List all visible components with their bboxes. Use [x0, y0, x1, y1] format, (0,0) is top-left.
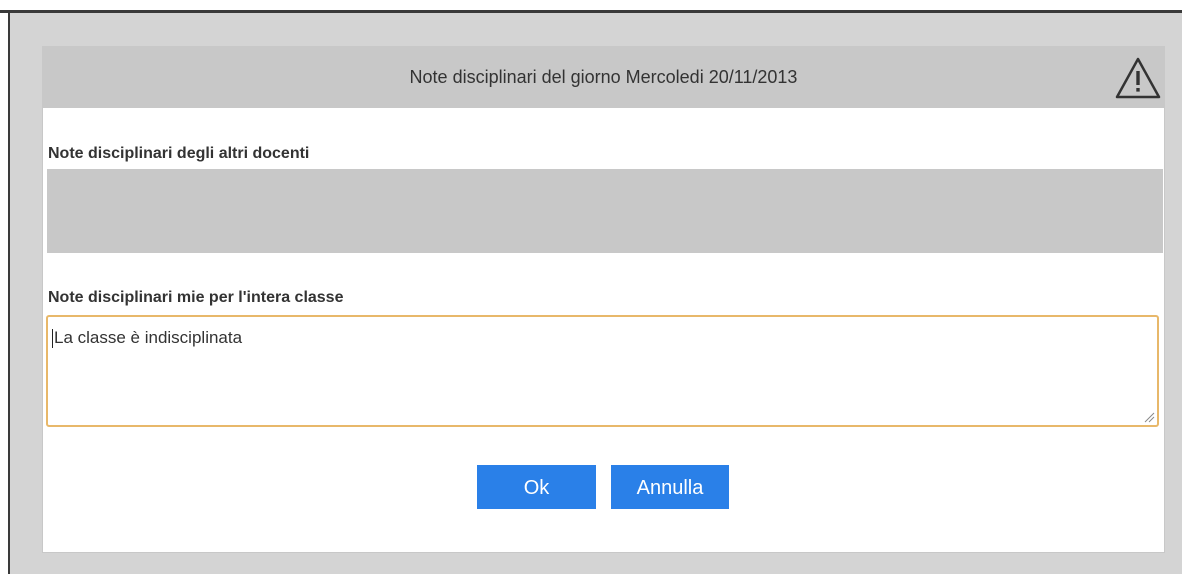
my-class-notes-label: Note disciplinari mie per l'intera class… [48, 289, 344, 306]
cancel-button[interactable]: Annulla [611, 465, 729, 509]
other-teachers-notes-box [47, 169, 1163, 253]
dialog-header: Note disciplinari del giorno Mercoledi 2… [43, 47, 1164, 108]
text-caret [52, 329, 53, 348]
disciplinary-notes-dialog: Note disciplinari del giorno Mercoledi 2… [42, 46, 1165, 553]
resize-grip-icon[interactable] [1143, 411, 1155, 423]
ok-button[interactable]: Ok [477, 465, 596, 509]
my-class-notes-textarea[interactable]: La classe è indisciplinata [46, 315, 1159, 427]
other-teachers-notes-label: Note disciplinari degli altri docenti [48, 145, 310, 162]
my-class-notes-value: La classe è indisciplinata [54, 328, 243, 347]
warning-triangle-icon [1115, 57, 1161, 99]
dialog-title: Note disciplinari del giorno Mercoledi 2… [409, 67, 798, 87]
